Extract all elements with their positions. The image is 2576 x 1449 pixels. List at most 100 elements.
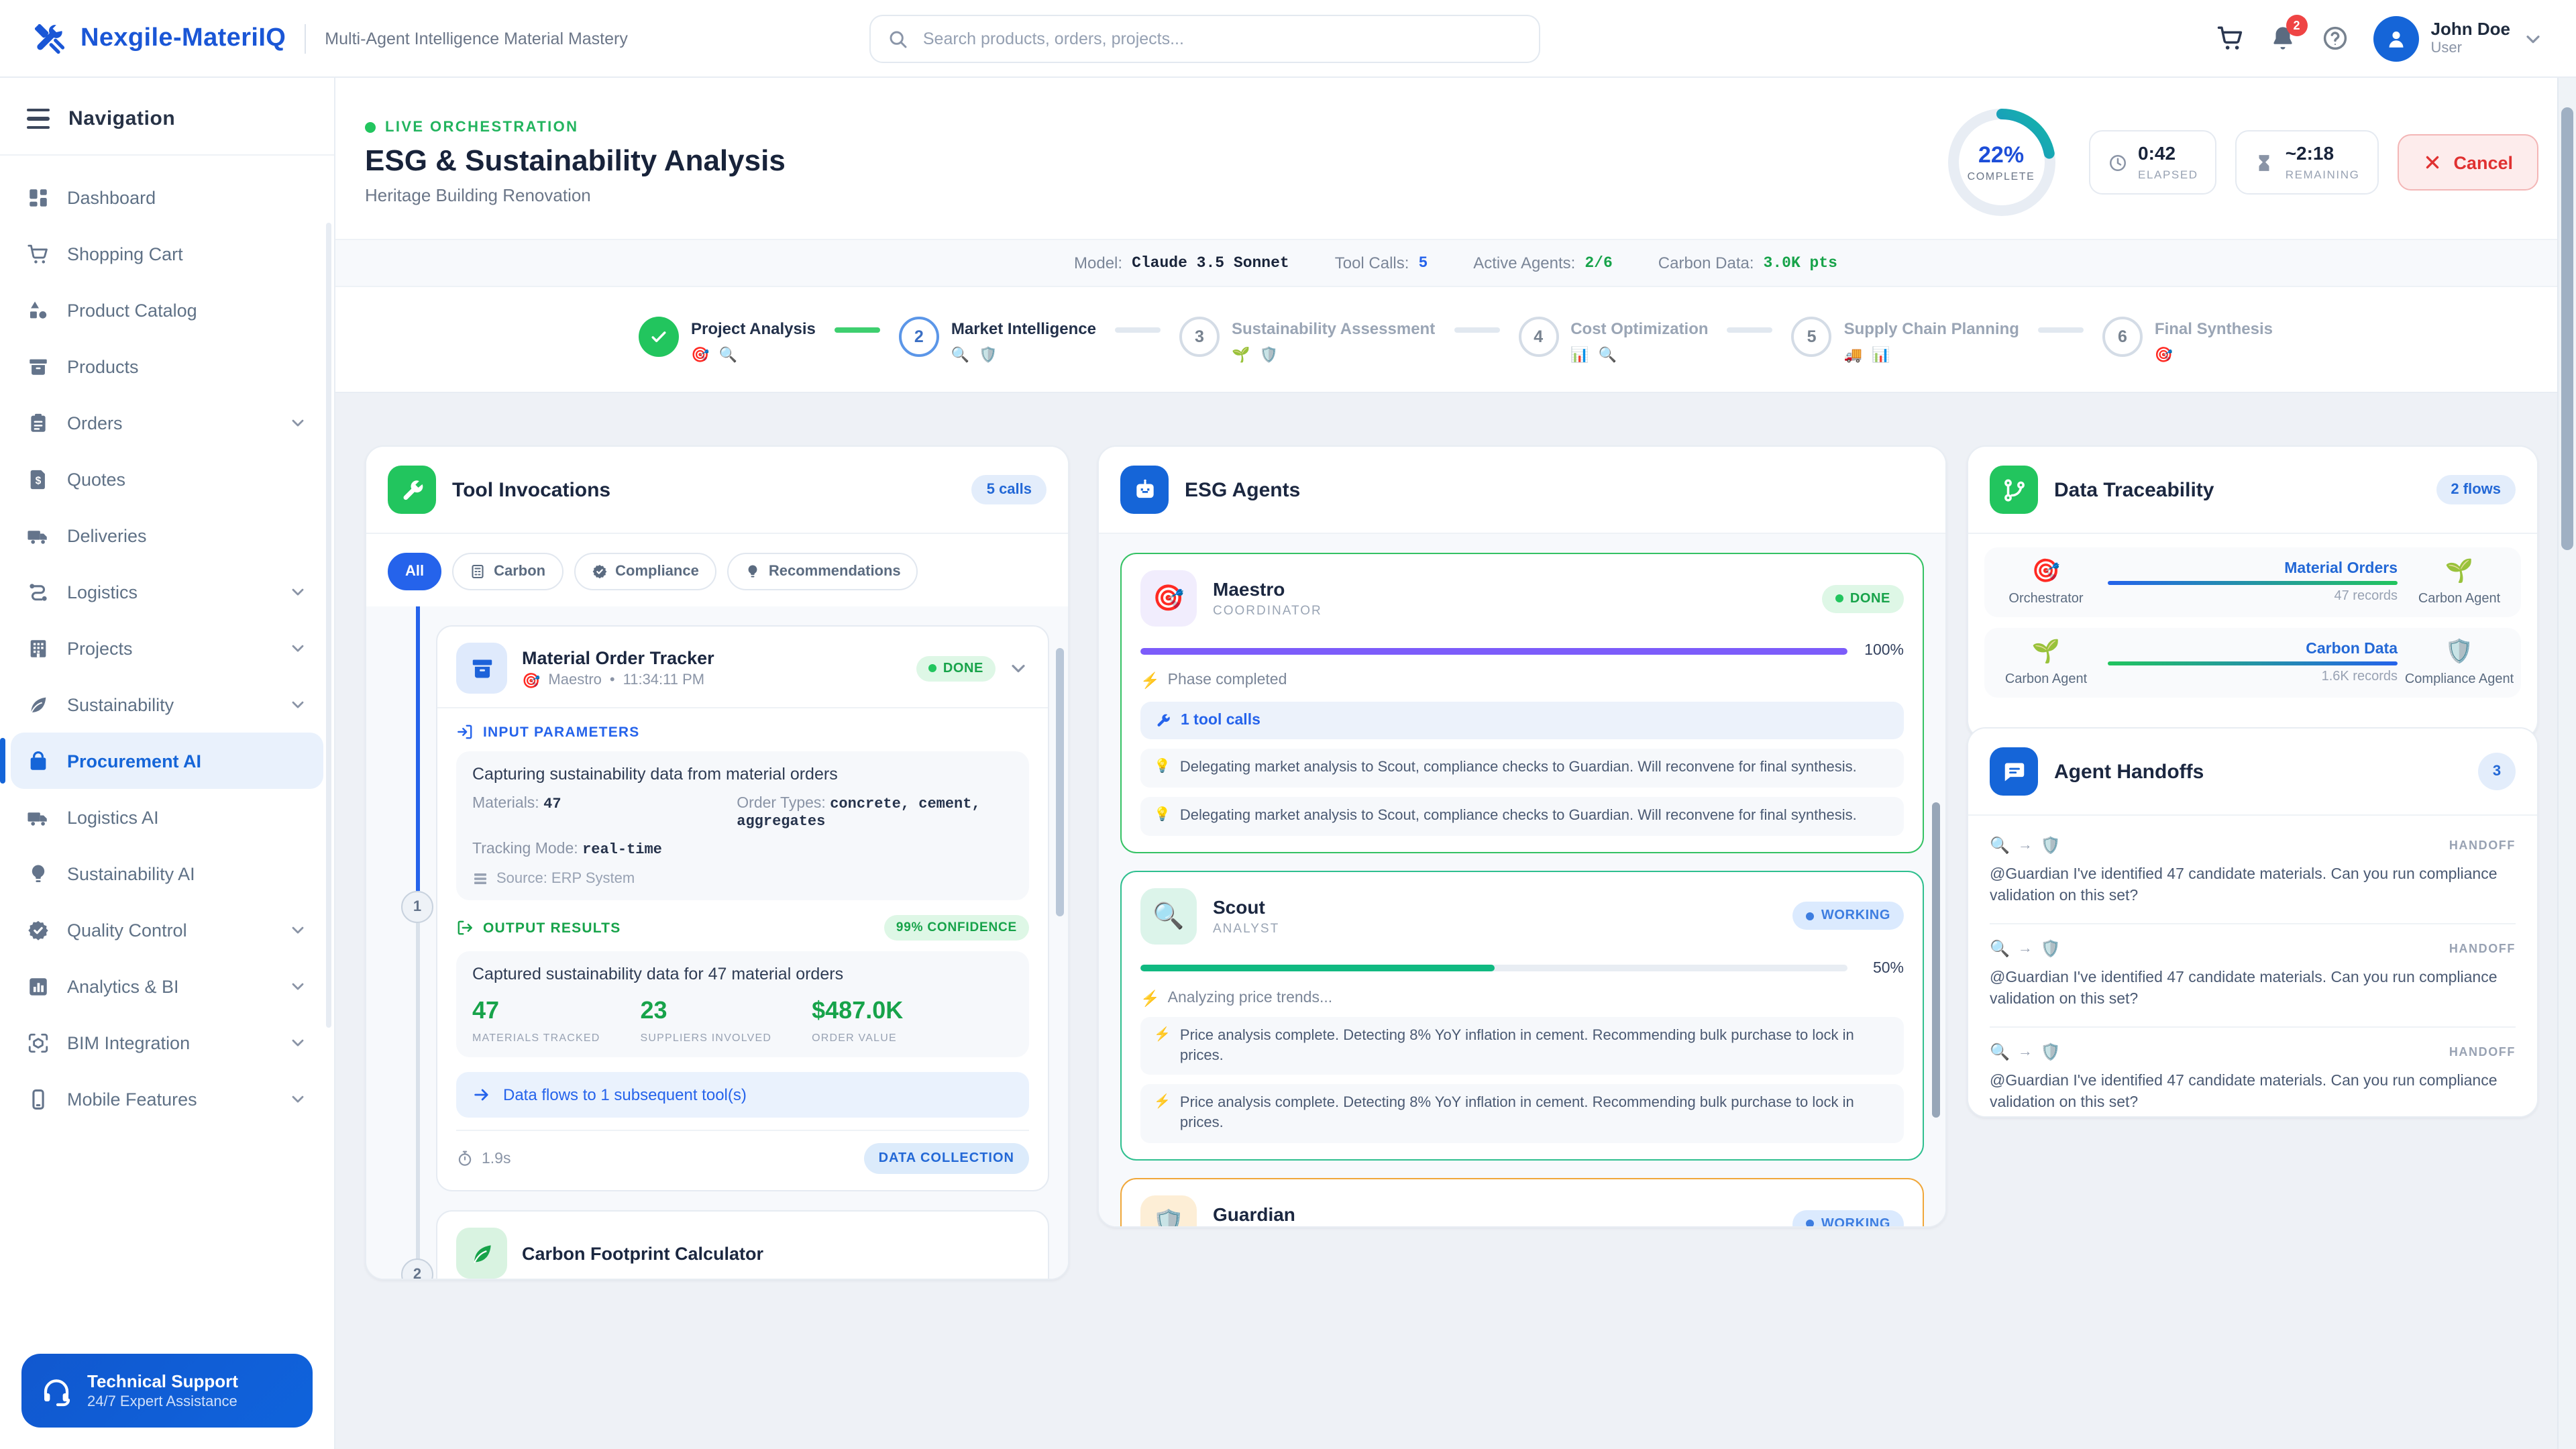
cancel-button[interactable]: Cancel bbox=[2397, 134, 2538, 191]
flow-from: Orchestrator bbox=[2008, 592, 2083, 606]
sidebar-item-sustainability-ai[interactable]: Sustainability AI bbox=[11, 845, 323, 902]
menu-toggle-icon[interactable] bbox=[27, 109, 50, 129]
sidebar-item-bim-integration[interactable]: BIM Integration bbox=[11, 1014, 323, 1071]
agent-card-scout[interactable]: 🔍 Scout ANALYST WORKING 50% ⚡Analyzing p… bbox=[1120, 870, 1924, 1161]
step-project-analysis[interactable]: Project Analysis🎯 🔍 bbox=[639, 316, 816, 363]
tool-card-carbon-footprint-calculator[interactable]: Carbon Footprint Calculator bbox=[436, 1210, 1049, 1280]
source-row: Source: ERP System bbox=[472, 871, 1013, 887]
step-supply-chain-planning[interactable]: 5 Supply Chain Planning🚚 📊 bbox=[1792, 316, 2019, 363]
global-search[interactable] bbox=[869, 14, 1540, 62]
arrow-icon: → bbox=[2018, 837, 2033, 853]
input-description: Capturing sustainability data from mater… bbox=[472, 765, 1013, 784]
step-sustainability-assessment[interactable]: 3 Sustainability Assessment🌱 🛡️ bbox=[1179, 316, 1435, 363]
step-market-intelligence[interactable]: 2 Market Intelligence🔍 🛡️ bbox=[899, 316, 1096, 363]
chevron-down-icon bbox=[288, 1089, 307, 1108]
sidebar-item-mobile-features[interactable]: Mobile Features bbox=[11, 1071, 323, 1127]
elapsed-label: ELAPSED bbox=[2138, 167, 2198, 180]
brand[interactable]: Nexgile-MateriIQ Multi-Agent Intelligenc… bbox=[32, 21, 628, 56]
sidebar-item-logistics[interactable]: Logistics bbox=[11, 564, 323, 620]
agent-card-guardian[interactable]: 🛡️ Guardian VALIDATOR WORKING 50% ⚡Valid… bbox=[1120, 1178, 1924, 1228]
sidebar-item-quality-control[interactable]: Quality Control bbox=[11, 902, 323, 958]
chevron-down-icon bbox=[288, 1033, 307, 1052]
sidebar-item-shopping-cart[interactable]: Shopping Cart bbox=[11, 225, 323, 282]
tool-calls-chip[interactable]: 1 tool calls bbox=[1140, 702, 1904, 739]
filter-compliance[interactable]: Compliance bbox=[574, 553, 716, 590]
sidebar-item-products[interactable]: Products bbox=[11, 338, 323, 394]
cart-button[interactable] bbox=[2216, 24, 2245, 52]
git-branch-icon bbox=[1990, 466, 2038, 514]
progress-percent: 22% bbox=[1978, 142, 2024, 169]
sidebar-item-logistics-ai[interactable]: Logistics AI bbox=[11, 789, 323, 845]
duration: 1.9s bbox=[482, 1150, 511, 1167]
status-badge: DONE bbox=[916, 655, 996, 681]
search-input[interactable] bbox=[920, 28, 1523, 49]
brand-name: Nexgile-MateriIQ bbox=[80, 23, 286, 53]
live-label: LIVE ORCHESTRATION bbox=[385, 119, 578, 136]
tool-card-material-order-tracker[interactable]: Material Order Tracker 🎯 Maestro • 11:34… bbox=[436, 625, 1049, 1191]
help-button[interactable] bbox=[2321, 24, 2349, 52]
agent-role: COORDINATOR bbox=[1213, 604, 1322, 619]
magnifier-emoji-icon: 🔍 bbox=[1140, 888, 1197, 944]
sidebar-item-label: BIM Integration bbox=[67, 1032, 190, 1053]
support-subtitle: 24/7 Expert Assistance bbox=[87, 1394, 238, 1410]
agents-scrollbar[interactable] bbox=[1932, 802, 1940, 1118]
bulb-icon: 💡 bbox=[1154, 758, 1171, 778]
sidebar-scrollbar[interactable] bbox=[326, 223, 331, 1028]
chevron-down-icon bbox=[288, 695, 307, 714]
step-final-synthesis[interactable]: 6 Final Synthesis🎯 bbox=[2102, 316, 2273, 363]
sidebar-item-quotes[interactable]: Quotes bbox=[11, 451, 323, 507]
notifications-button[interactable]: 2 bbox=[2269, 24, 2297, 52]
timeline-step-2: 2 bbox=[401, 1258, 433, 1280]
filter-carbon[interactable]: Carbon bbox=[452, 553, 563, 590]
filter-label: All bbox=[405, 564, 424, 580]
filter-all[interactable]: All bbox=[388, 553, 441, 590]
sidebar-item-sustainability[interactable]: Sustainability bbox=[11, 676, 323, 733]
category-badge: DATA COLLECTION bbox=[864, 1143, 1029, 1174]
page-scrollbar[interactable] bbox=[2557, 78, 2576, 1449]
main-content: LIVE ORCHESTRATION ESG & Sustainability … bbox=[335, 78, 2576, 1449]
collapse-chevron-icon[interactable] bbox=[1008, 657, 1029, 679]
phone-icon bbox=[27, 1087, 50, 1110]
sidebar-item-label: Products bbox=[67, 356, 139, 376]
step-icons: 🌱 🛡️ bbox=[1232, 345, 1435, 363]
box-icon bbox=[27, 355, 50, 378]
user-menu[interactable]: John Doe User bbox=[2373, 15, 2544, 61]
lightbulb-icon bbox=[27, 862, 50, 885]
sidebar-item-procurement-ai[interactable]: Procurement AI bbox=[11, 733, 323, 789]
sidebar-item-product-catalog[interactable]: Product Catalog bbox=[11, 282, 323, 338]
remaining-value: ~2:18 bbox=[2286, 144, 2360, 165]
handoff-item: 🔍 → 🛡️ HANDOFF @Guardian I've identified… bbox=[1990, 821, 2516, 924]
flow-line bbox=[2108, 581, 2398, 585]
cart-icon bbox=[2216, 24, 2245, 52]
step-cost-optimization[interactable]: 4 Cost Optimization📊 🔍 bbox=[1518, 316, 1708, 363]
sidebar-item-label: Sustainability AI bbox=[67, 863, 195, 883]
page-title: ESG & Sustainability Analysis bbox=[365, 144, 786, 178]
sidebar-item-deliveries[interactable]: Deliveries bbox=[11, 507, 323, 564]
step-label: Supply Chain Planning bbox=[1844, 316, 2019, 337]
robot-icon bbox=[1120, 466, 1169, 514]
bag-icon bbox=[27, 749, 50, 772]
wrench-icon bbox=[388, 466, 436, 514]
handoff-item: 🔍 → 🛡️ HANDOFF @Guardian I've identified… bbox=[1990, 924, 2516, 1028]
data-flow-note[interactable]: Data flows to 1 subsequent tool(s) bbox=[456, 1072, 1029, 1118]
shield-emoji-icon: 🛡️ bbox=[2041, 939, 2061, 958]
sidebar-item-analytics-bi[interactable]: Analytics & BI bbox=[11, 958, 323, 1014]
chevron-down-icon bbox=[288, 413, 307, 432]
sidebar-item-projects[interactable]: Projects bbox=[11, 620, 323, 676]
user-role: User bbox=[2431, 40, 2510, 56]
stat-suppliers-involved: 23SUPPLIERS INVOLVED bbox=[641, 997, 772, 1044]
dot-separator: • bbox=[610, 672, 615, 688]
tools-scrollbar[interactable] bbox=[1056, 648, 1064, 916]
agent-activity: ⚡Phase completed bbox=[1140, 671, 1904, 690]
notification-badge: 2 bbox=[2286, 15, 2308, 36]
output-icon bbox=[456, 919, 474, 936]
sidebar-item-orders[interactable]: Orders bbox=[11, 394, 323, 451]
technical-support-card[interactable]: Technical Support 24/7 Expert Assistance bbox=[21, 1354, 313, 1428]
sidebar-item-label: Logistics bbox=[67, 582, 138, 602]
sidebar: Navigation Dashboard Shopping Cart Produ… bbox=[0, 78, 335, 1449]
agent-card-maestro[interactable]: 🎯 Maestro COORDINATOR DONE 100% ⚡Phase c… bbox=[1120, 553, 1924, 853]
sidebar-item-dashboard[interactable]: Dashboard bbox=[11, 169, 323, 225]
step-number: 5 bbox=[1792, 316, 1832, 356]
agent-message: ⚡Price analysis complete. Detecting 8% Y… bbox=[1140, 1016, 1904, 1075]
filter-recommendations[interactable]: Recommendations bbox=[727, 553, 918, 590]
